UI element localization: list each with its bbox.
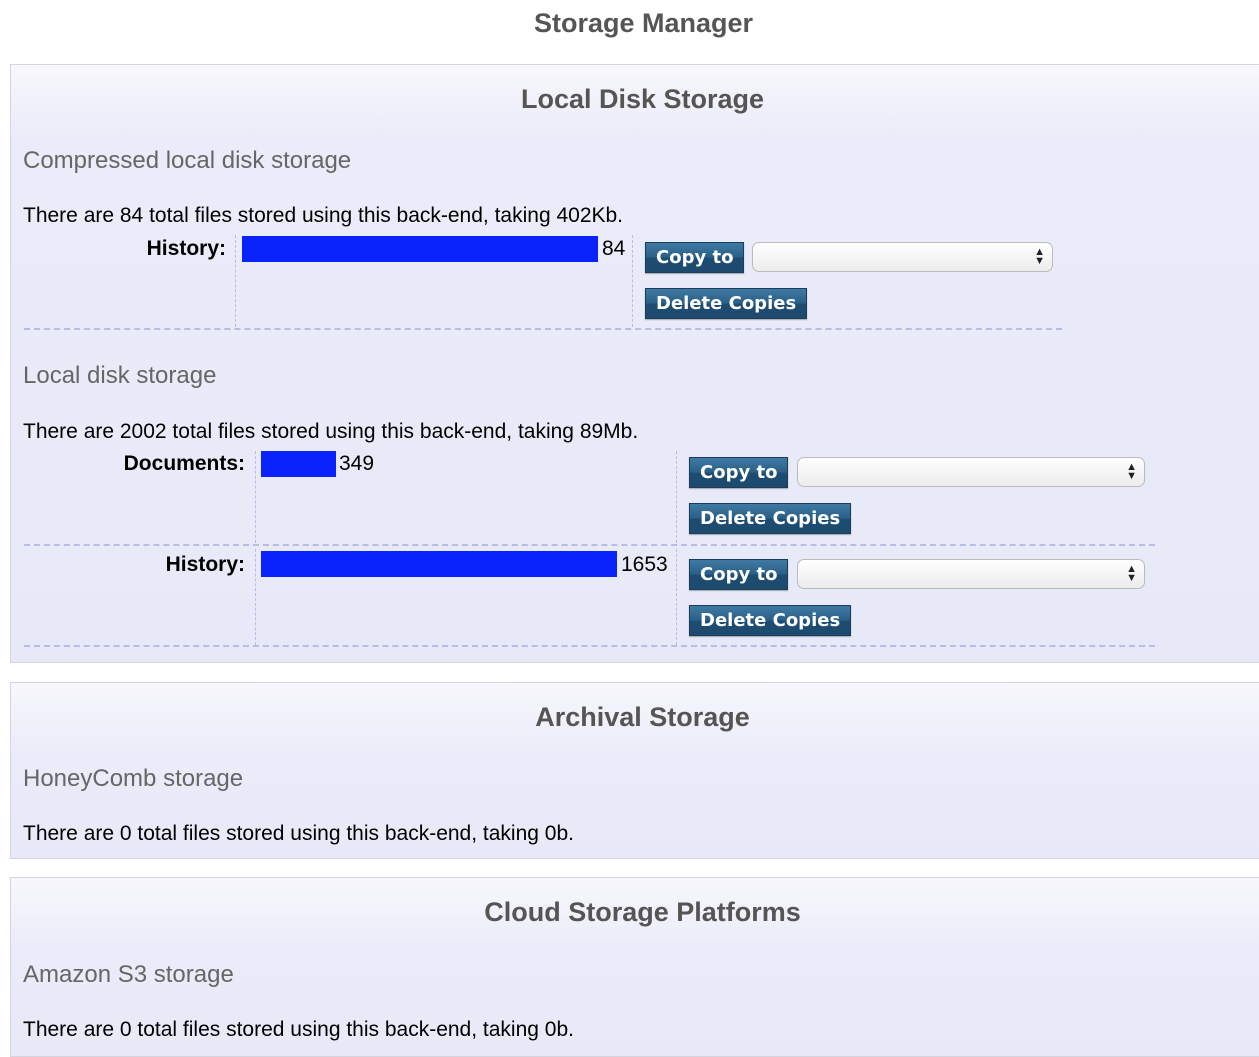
copy-to-button[interactable]: Copy to bbox=[689, 559, 789, 590]
column-divider bbox=[235, 235, 236, 327]
backend-title-amazon-s3: Amazon S3 storage bbox=[23, 961, 234, 988]
column-divider bbox=[676, 451, 677, 543]
copy-to-select[interactable]: ▲ ▼ bbox=[797, 559, 1145, 589]
usage-bar-history bbox=[242, 236, 598, 262]
row-divider bbox=[24, 328, 1062, 330]
local-disk-storage-panel: Local Disk Storage Compressed local disk… bbox=[10, 64, 1259, 663]
archival-storage-panel: Archival Storage HoneyComb storage There… bbox=[10, 682, 1259, 859]
column-divider bbox=[255, 451, 256, 543]
up-down-arrows-icon: ▲ ▼ bbox=[1126, 563, 1137, 584]
row-divider bbox=[24, 544, 1155, 546]
column-divider bbox=[676, 549, 677, 645]
backend-title-honeycomb: HoneyComb storage bbox=[23, 765, 244, 792]
copy-to-button[interactable]: Copy to bbox=[689, 457, 789, 488]
backend-title-compressed: Compressed local disk storage bbox=[23, 147, 352, 174]
backend-title-local-disk: Local disk storage bbox=[23, 362, 217, 389]
usage-bar-history bbox=[261, 551, 617, 577]
section-title-local-disk: Local Disk Storage bbox=[520, 84, 765, 114]
delete-copies-button[interactable]: Delete Copies bbox=[645, 288, 808, 319]
delete-copies-button[interactable]: Delete Copies bbox=[689, 503, 852, 534]
row-divider bbox=[24, 645, 1155, 647]
file-count-history: 1653 bbox=[621, 553, 668, 576]
up-down-arrows-icon: ▲ ▼ bbox=[1126, 461, 1137, 482]
copy-to-select[interactable]: ▲ ▼ bbox=[752, 242, 1053, 272]
delete-copies-button[interactable]: Delete Copies bbox=[689, 605, 852, 636]
copy-to-select[interactable]: ▲ ▼ bbox=[797, 457, 1145, 487]
column-divider bbox=[255, 549, 256, 645]
backend-summary-local-disk: There are 2002 total files stored using … bbox=[23, 420, 639, 443]
section-title-cloud: Cloud Storage Platforms bbox=[484, 897, 801, 927]
cloud-storage-panel: Cloud Storage Platforms Amazon S3 storag… bbox=[10, 877, 1259, 1057]
category-label-documents: Documents: bbox=[123, 452, 245, 475]
category-label-history: History: bbox=[165, 553, 245, 576]
file-count-documents: 349 bbox=[339, 452, 375, 475]
page-title: Storage Manager bbox=[533, 8, 754, 38]
backend-summary-honeycomb: There are 0 total files stored using thi… bbox=[23, 822, 574, 845]
file-count-history: 84 bbox=[602, 237, 626, 260]
copy-to-button[interactable]: Copy to bbox=[645, 242, 745, 273]
category-label-history: History: bbox=[146, 237, 226, 260]
backend-summary-amazon-s3: There are 0 total files stored using thi… bbox=[23, 1018, 574, 1041]
usage-bar-documents bbox=[261, 451, 336, 477]
section-title-archival: Archival Storage bbox=[535, 702, 750, 732]
column-divider bbox=[632, 235, 633, 327]
up-down-arrows-icon: ▲ ▼ bbox=[1034, 246, 1045, 267]
backend-summary-compressed: There are 84 total files stored using th… bbox=[23, 204, 624, 227]
